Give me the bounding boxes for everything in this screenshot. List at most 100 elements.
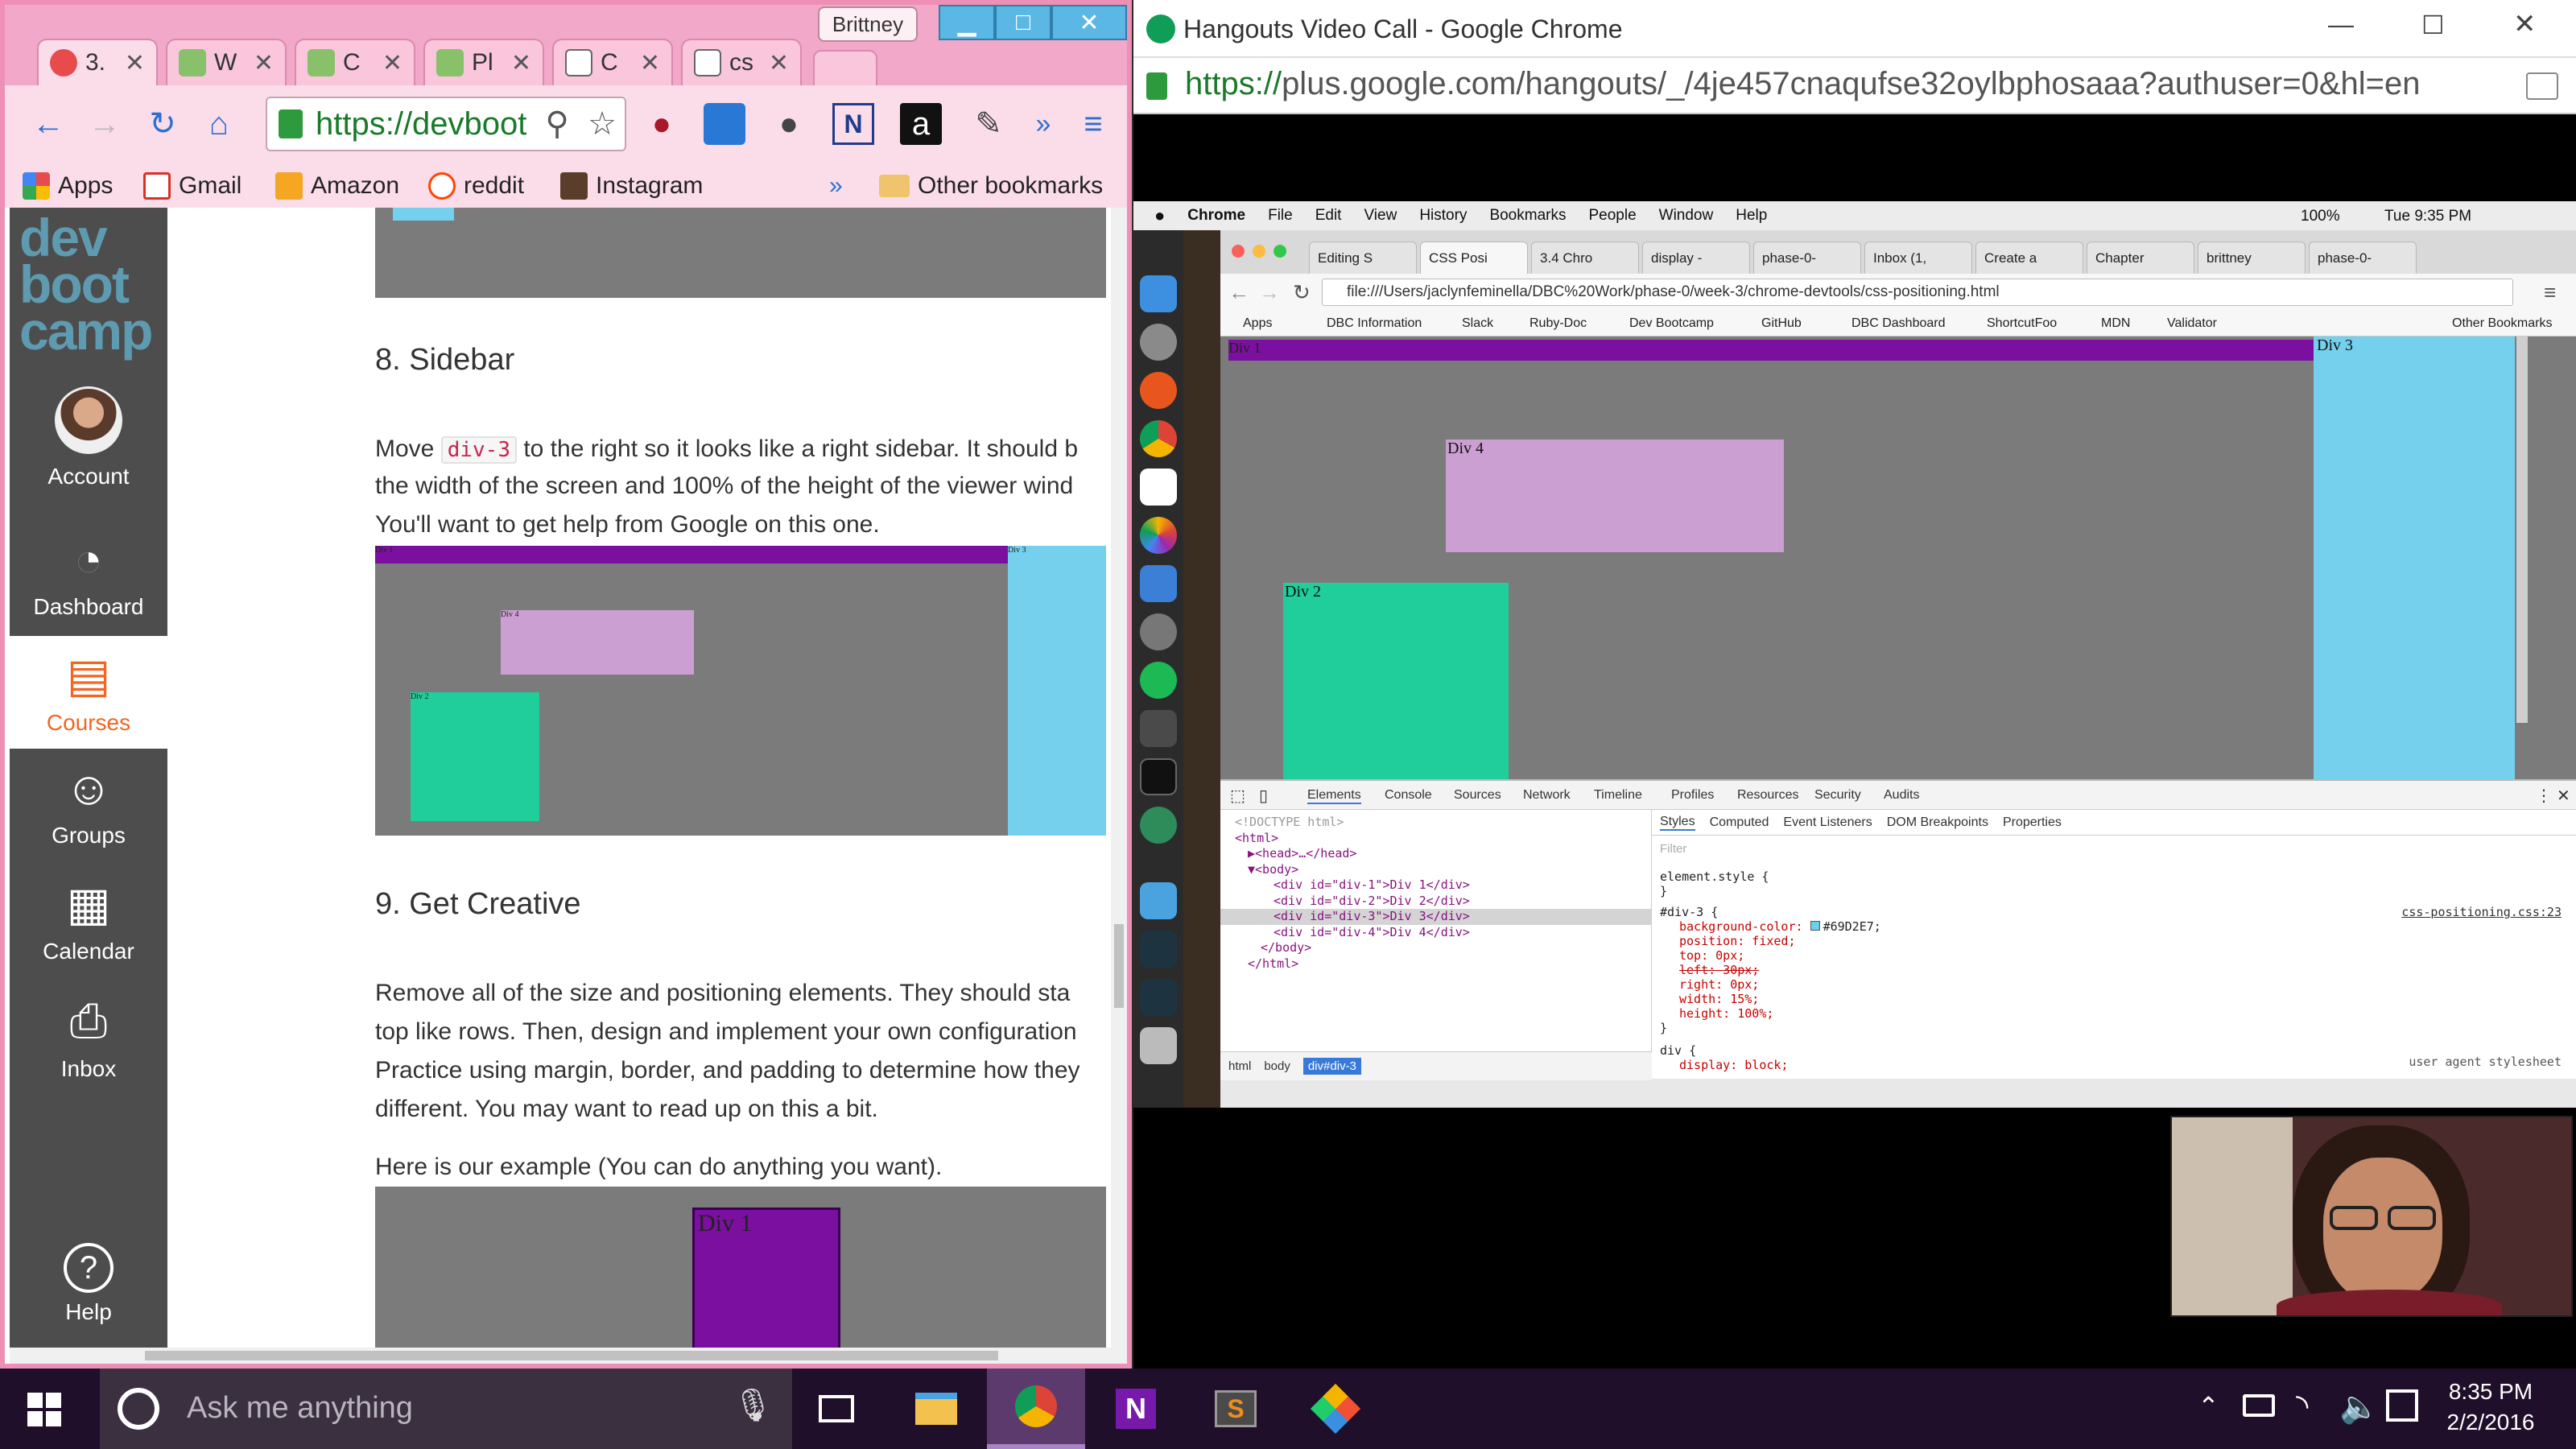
styles-tab[interactable]: DOM Breakpoints	[1887, 815, 1988, 830]
menu-chrome[interactable]: Chrome	[1187, 207, 1245, 225]
reload-icon[interactable]: ↻	[142, 103, 184, 145]
close-icon[interactable]: ✕	[382, 49, 402, 77]
bookmark[interactable]: MDN	[2101, 316, 2130, 331]
chevron-up-icon[interactable]: ⌃	[2198, 1391, 2219, 1422]
color-swatch[interactable]	[1810, 921, 1820, 931]
nav-dashboard[interactable]: ◔ Dashboard	[10, 520, 167, 633]
bookmark[interactable]: DBC Information	[1327, 316, 1422, 331]
tab-dbc[interactable]: 3. ✕	[37, 39, 158, 85]
inspect-icon[interactable]: ⬚	[1230, 786, 1245, 806]
evernote-icon[interactable]: ●	[768, 103, 810, 145]
star-icon[interactable]: ☆	[581, 103, 623, 145]
dbc-app-icon[interactable]	[1140, 565, 1177, 602]
profile-button[interactable]: Brittney	[818, 6, 918, 42]
devtools-tab[interactable]: Timeline	[1594, 788, 1642, 803]
sublime-icon[interactable]	[1140, 710, 1177, 747]
new-tab-button[interactable]	[813, 50, 877, 85]
menu-people[interactable]: People	[1588, 207, 1636, 225]
devtools-tab[interactable]: Console	[1385, 788, 1432, 803]
nav-groups[interactable]: ☺ Groups	[10, 749, 167, 861]
maximize-button[interactable]: □	[995, 5, 1051, 40]
shared-tab[interactable]: Chapter	[2087, 242, 2194, 274]
nav-inbox[interactable]: ⎙ Inbox	[10, 982, 167, 1095]
dom-line[interactable]: <html>	[1235, 831, 1651, 847]
breadcrumb-item[interactable]: html	[1228, 1059, 1251, 1073]
mac-minimize-dot[interactable]	[1253, 245, 1265, 258]
launchpad-icon[interactable]	[1140, 324, 1177, 361]
forward-arrow-icon[interactable]: →	[84, 103, 126, 145]
task-view-icon[interactable]	[787, 1368, 886, 1449]
system-preferences-icon[interactable]	[1140, 613, 1177, 650]
tab-w[interactable]: W ✕	[166, 39, 287, 85]
extension-hat-icon[interactable]: ●	[641, 103, 683, 145]
menu-icon[interactable]: ≡	[2544, 280, 2556, 305]
amazon-extension-icon[interactable]: a	[900, 103, 942, 145]
nav-account[interactable]: Account	[10, 386, 167, 499]
close-icon[interactable]: ✕	[254, 49, 274, 77]
terminal-icon[interactable]	[1140, 758, 1177, 795]
onenote-clipper-icon[interactable]: N	[832, 103, 874, 145]
breadcrumb-item[interactable]: body	[1264, 1059, 1290, 1073]
bookmark[interactable]: GitHub	[1761, 316, 1802, 331]
dom-line[interactable]: ▼<body>	[1235, 862, 1651, 878]
tab-c[interactable]: C ✕	[295, 39, 415, 85]
menu-file[interactable]: File	[1268, 207, 1293, 225]
battery-icon[interactable]	[2243, 1394, 2275, 1417]
window-close-button[interactable]: ✕	[2513, 8, 2537, 40]
shared-tab[interactable]: Editing S	[1309, 242, 1417, 274]
dom-line[interactable]: ▶<head>…</head>	[1235, 846, 1651, 862]
bookmark-reddit[interactable]: reddit	[428, 167, 524, 204]
dom-line[interactable]: <div id="div-2">Div 2</div>	[1235, 894, 1651, 910]
volume-icon[interactable]: 🔈	[2339, 1388, 2380, 1426]
bookmark-amazon[interactable]: Amazon	[275, 167, 399, 204]
shared-url-field[interactable]: file:///Users/jaclynfeminella/DBC%20Work…	[1322, 279, 2513, 306]
reload-icon[interactable]: ↻	[1293, 280, 1311, 305]
bookmark-gmail[interactable]: Gmail	[143, 167, 242, 204]
dom-line[interactable]: </body>	[1235, 940, 1651, 956]
bookmark[interactable]: Slack	[1462, 316, 1493, 331]
shared-tab[interactable]: Create a	[1975, 242, 2083, 274]
shared-tab[interactable]: display -	[1642, 242, 1750, 274]
dom-line[interactable]: <div id="div-1">Div 1</div>	[1235, 877, 1651, 894]
eyedropper-icon[interactable]: ✎	[968, 103, 1009, 145]
shared-tab[interactable]: phase-0-	[1753, 242, 1861, 274]
devtools-tab[interactable]: Profiles	[1671, 788, 1714, 803]
menu-edit[interactable]: Edit	[1315, 207, 1342, 225]
mac-zoom-dot[interactable]	[1274, 245, 1286, 258]
microphone-icon[interactable]: 🎙	[733, 1386, 774, 1424]
git-taskbar-icon[interactable]	[1286, 1368, 1385, 1449]
bookmark-instagram[interactable]: Instagram	[560, 167, 703, 204]
styles-filter-input[interactable]: Filter	[1660, 842, 2433, 856]
devtools-tab[interactable]: Security	[1814, 788, 1861, 803]
bookmark[interactable]: Apps	[1243, 316, 1272, 331]
wifi-icon[interactable]: ◝	[2296, 1388, 2309, 1425]
dom-line[interactable]: </html>	[1235, 956, 1651, 972]
chrome-taskbar-icon[interactable]	[987, 1368, 1085, 1449]
menu-history[interactable]: History	[1419, 207, 1467, 225]
rule-property-disabled[interactable]: left: 30px;	[1660, 963, 2562, 977]
bookmark[interactable]: DBC Dashboard	[1852, 316, 1946, 331]
system-clock[interactable]: 8:35 PM 2/2/2016	[2418, 1377, 2563, 1441]
breadcrumb-item-selected[interactable]: div#div-3	[1302, 1058, 1361, 1075]
scrollbar-thumb[interactable]	[1114, 924, 1124, 1008]
screenshot-icon[interactable]	[1140, 979, 1177, 1016]
bookmarks-overflow-icon[interactable]: »	[829, 167, 843, 204]
minimize-button[interactable]: ▁	[939, 5, 995, 40]
tab-cs[interactable]: cs ✕	[681, 39, 802, 85]
dom-line[interactable]: <!DOCTYPE html>	[1235, 815, 1651, 831]
dbc-logo[interactable]: dev boot camp	[19, 211, 164, 372]
forward-arrow-icon[interactable]: →	[1259, 280, 1280, 305]
menu-window[interactable]: Window	[1659, 207, 1714, 225]
home-icon[interactable]: ⌂	[198, 103, 240, 145]
device-icon[interactable]: ▯	[1259, 786, 1268, 806]
styles-tab[interactable]: Computed	[1710, 815, 1769, 830]
styles-tab[interactable]: Event Listeners	[1783, 815, 1872, 830]
bookmark[interactable]: Validator	[2167, 316, 2217, 331]
dom-line-selected[interactable]: <div id="div-3">Div 3</div>	[1220, 909, 1651, 925]
maximize-button[interactable]: ☐	[2421, 10, 2445, 40]
devtools-tab[interactable]: Audits	[1884, 788, 1919, 803]
calendar-icon[interactable]	[1140, 469, 1177, 506]
menu-icon[interactable]: ≡	[1072, 103, 1114, 145]
shared-tab[interactable]: 3.4 Chro	[1531, 242, 1639, 274]
horizontal-scrollbar[interactable]	[10, 1348, 1127, 1364]
